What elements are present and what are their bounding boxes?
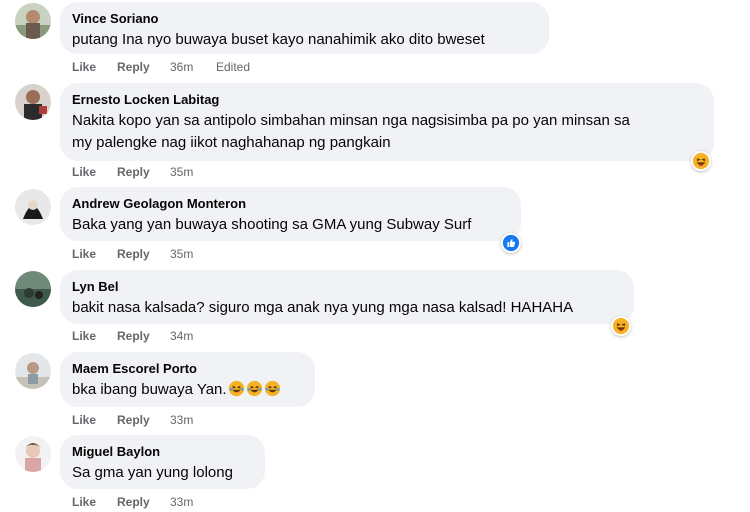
avatar[interactable] <box>15 189 51 225</box>
reply-button[interactable]: Reply <box>117 328 170 344</box>
comment-timestamp[interactable]: 33m <box>170 494 216 510</box>
comment-text: bka ibang buwaya Yan. <box>72 379 303 404</box>
comment-text-body: bka ibang buwaya Yan. <box>72 381 227 398</box>
like-button[interactable]: Like <box>72 412 117 428</box>
comment-timestamp[interactable]: 33m <box>170 412 216 428</box>
reply-button[interactable]: Reply <box>117 246 170 262</box>
commenter-name[interactable]: Vince Soriano <box>72 10 537 27</box>
laughing-crying-emoji-icon <box>264 380 281 404</box>
like-button[interactable]: Like <box>72 328 117 344</box>
laughing-crying-emoji-icon <box>246 380 263 404</box>
avatar[interactable] <box>15 436 51 472</box>
avatar[interactable] <box>15 271 51 307</box>
comment-timestamp[interactable]: 35m <box>170 164 216 180</box>
like-button[interactable]: Like <box>72 494 117 510</box>
comment-bubble: Miguel Baylon Sa gma yan yung lolong <box>60 435 265 489</box>
comment-bubble: Andrew Geolagon Monteron Baka yang yan b… <box>60 187 521 241</box>
commenter-name[interactable]: Andrew Geolagon Monteron <box>72 195 509 212</box>
comment-text: Baka yang yan buwaya shooting sa GMA yun… <box>72 216 472 233</box>
comment-actions: Like Reply 33m <box>72 412 216 428</box>
edited-label[interactable]: Edited <box>216 59 250 75</box>
comment-bubble: Maem Escorel Porto bka ibang buwaya Yan. <box>60 352 315 407</box>
comment-actions: Like Reply 36m Edited <box>72 59 250 75</box>
comment-actions: Like Reply 35m <box>72 246 216 262</box>
haha-reaction-icon[interactable] <box>611 316 631 336</box>
comment-actions: Like Reply 33m <box>72 494 216 510</box>
comment-text: Sa gma yan yung lolong <box>72 464 233 481</box>
comment-actions: Like Reply 35m <box>72 164 216 180</box>
comment-actions: Like Reply 34m <box>72 328 216 344</box>
comment-bubble: Ernesto Locken Labitag Nakita kopo yan s… <box>60 83 714 161</box>
comment-text-line: Nakita kopo yan sa antipolo simbahan min… <box>72 112 630 129</box>
comment-text: putang Ina nyo buwaya buset kayo nanahim… <box>72 31 485 48</box>
avatar[interactable] <box>15 353 51 389</box>
comment-timestamp[interactable]: 36m <box>170 59 216 75</box>
like-reaction-icon[interactable] <box>501 233 521 253</box>
like-button[interactable]: Like <box>72 59 117 75</box>
commenter-name[interactable]: Ernesto Locken Labitag <box>72 91 702 108</box>
reply-button[interactable]: Reply <box>117 164 170 180</box>
commenter-name[interactable]: Lyn Bel <box>72 278 622 295</box>
avatar[interactable] <box>15 84 51 120</box>
commenter-name[interactable]: Maem Escorel Porto <box>72 360 303 377</box>
comment-text: bakit nasa kalsada? siguro mga anak nya … <box>72 299 574 316</box>
reply-button[interactable]: Reply <box>117 59 170 75</box>
reply-button[interactable]: Reply <box>117 412 170 428</box>
comment-text-line: my palengke nag iikot naghahanap ng pang… <box>72 134 391 151</box>
reply-button[interactable]: Reply <box>117 494 170 510</box>
laughing-crying-emoji-icon <box>228 380 245 404</box>
like-button[interactable]: Like <box>72 164 117 180</box>
haha-reaction-icon[interactable] <box>691 151 711 171</box>
commenter-name[interactable]: Miguel Baylon <box>72 443 253 460</box>
comment-bubble: Lyn Bel bakit nasa kalsada? siguro mga a… <box>60 270 634 324</box>
avatar[interactable] <box>15 3 51 39</box>
like-button[interactable]: Like <box>72 246 117 262</box>
comment-timestamp[interactable]: 35m <box>170 246 216 262</box>
comment-bubble: Vince Soriano putang Ina nyo buwaya buse… <box>60 2 549 54</box>
comment-timestamp[interactable]: 34m <box>170 328 216 344</box>
